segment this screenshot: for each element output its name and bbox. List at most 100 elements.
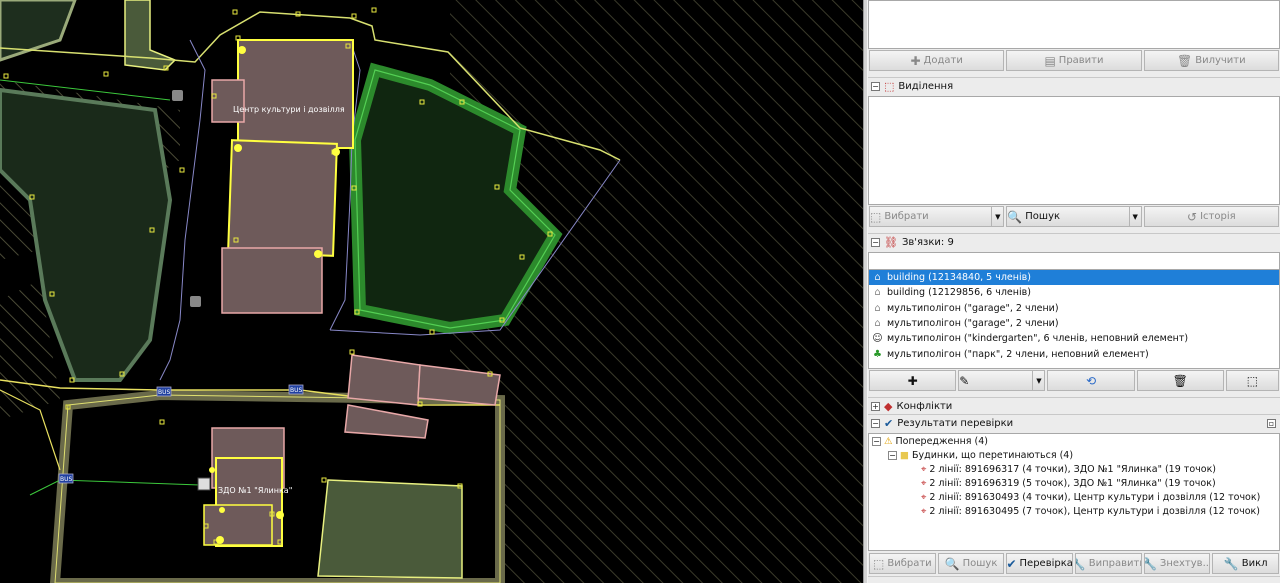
delete-relation-button[interactable]: 🗑 — [1136, 370, 1224, 391]
validation-select-button[interactable]: ⬚ Вибрати — [869, 553, 936, 574]
select-relation-members-button[interactable]: ⬚ — [1225, 370, 1279, 391]
garage-poi-icon[interactable] — [172, 90, 183, 101]
search-icon: 🔍 — [944, 556, 960, 571]
chevron-down-icon[interactable]: ▼ — [991, 207, 1003, 226]
collapse-icon[interactable]: − — [871, 238, 880, 247]
relations-buttons: ✚ ✎ ▼ ⟲ 🗑 ⬚ — [868, 370, 1280, 392]
folder-icon: ■ — [900, 450, 909, 461]
map-label-culture-center: Центр культури і дозвілля — [233, 105, 345, 114]
park-icon: ♣ — [873, 348, 882, 360]
validation-panel-header[interactable]: − ✔ Результати перевірки ▫ — [868, 414, 1280, 432]
check-icon: ✔ — [1006, 556, 1017, 571]
validation-item[interactable]: ⌖ 2 лінії: 891630495 (7 точок), Центр ку… — [921, 506, 1260, 517]
edit-relation-button[interactable]: ✎ ▼ — [958, 370, 1046, 391]
wrench-icon: 🔧 — [1145, 558, 1157, 570]
conflict-icon: ◆ — [884, 400, 893, 413]
validate-button[interactable]: ✔ Перевірка — [1006, 553, 1074, 574]
validation-buttons: ⬚Вибрати 🔍Пошук ✔Перевірка 🔧Виправити 🔧З… — [868, 553, 1280, 575]
ignore-button[interactable]: 🔧Знехтув... — [1143, 553, 1211, 574]
bus-stop-icon[interactable]: BUS — [156, 386, 172, 397]
trash-icon: 🗑 — [1177, 53, 1193, 68]
relations-panel-header[interactable]: − ⛓ Зв'язки: 9 — [868, 233, 1280, 251]
validation-search-button[interactable]: 🔍 Пошук — [937, 553, 1005, 574]
map-label-kindergarten: ЗДО №1 "Ялинка" — [218, 486, 292, 495]
history-button[interactable]: ↺ Історія — [1143, 206, 1279, 227]
check-icon: ✔ — [884, 417, 894, 430]
map-view[interactable]: Центр культури і дозвілля ЗДО №1 "Ялинка… — [0, 0, 863, 583]
history-icon: ↺ — [1187, 209, 1198, 224]
relation-item[interactable]: ⌂ building (12129856, 6 членів) — [869, 285, 1279, 300]
building-icon: ⌂ — [874, 272, 881, 284]
fix-button[interactable]: 🔧Виправити — [1075, 553, 1142, 574]
building-icon: ⌂ — [874, 318, 881, 330]
selection-list[interactable] — [868, 96, 1280, 205]
validation-item[interactable]: ⌖ 2 лінії: 891630493 (4 точки), Центр ку… — [921, 492, 1260, 503]
way-error-icon: ⌖ — [921, 506, 927, 517]
relations-icon: ⛓ — [884, 236, 898, 249]
svg-text:BUS: BUS — [290, 387, 303, 394]
relation-item[interactable]: ♣ мультиполігон ("парк", 2 члени, неповни… — [869, 346, 1279, 361]
next-panel-header[interactable] — [868, 576, 1280, 583]
relation-item[interactable]: ⌂ мультиполігон ("garage", 2 члени) — [869, 316, 1279, 331]
pitch-area[interactable] — [317, 479, 463, 579]
edit-tag-button[interactable]: ▤ Правити — [1006, 50, 1142, 71]
trash-icon: 🗑 — [1172, 373, 1188, 388]
building-icon: ⌂ — [874, 302, 881, 314]
disable-button[interactable]: 🔧 Викл — [1212, 553, 1280, 574]
parking-poi-icon[interactable] — [197, 477, 211, 491]
panel-settings-icon[interactable]: ▫ — [1267, 419, 1276, 428]
chevron-down-icon[interactable]: ▼ — [1032, 371, 1044, 390]
relation-item[interactable]: ⌂ мультиполігон ("garage", 2 члени) — [869, 301, 1279, 316]
relation-item[interactable]: ☺ мультиполігон ("kindergarten", 6 членів… — [869, 331, 1279, 346]
edit-icon: ▤ — [1044, 53, 1056, 68]
culture-center-building[interactable] — [211, 39, 354, 314]
bus-stop-icon[interactable]: BUS — [288, 384, 304, 395]
overlap-group-node[interactable]: − ■ Будинки, що перетинаються (4) — [888, 450, 1073, 461]
kindergarten-icon: ☺ — [872, 333, 883, 345]
garage-poi-icon[interactable] — [190, 296, 201, 307]
wrench-icon: 🔧 — [1223, 556, 1239, 571]
download-relation-button[interactable]: ⟲ — [1047, 370, 1135, 391]
download-icon: ⟲ — [1086, 373, 1097, 388]
delete-tag-button[interactable]: 🗑 Вилучити — [1143, 50, 1279, 71]
wrench-icon: 🔧 — [1076, 558, 1086, 570]
expand-icon[interactable]: + — [871, 402, 880, 411]
chevron-down-icon[interactable]: ▼ — [1128, 207, 1141, 226]
plus-icon: ✚ — [910, 53, 921, 68]
select-icon: ⬚ — [1246, 373, 1259, 388]
selection-buttons: ⬚ Вибрати ▼ 🔍 Пошук ▼ ↺ Історія — [868, 206, 1280, 228]
select-icon: ⬚ — [873, 556, 885, 571]
collapse-icon[interactable]: − — [871, 82, 880, 91]
collapse-icon[interactable]: − — [888, 451, 897, 460]
tags-table[interactable] — [868, 0, 1280, 49]
conflicts-panel-header[interactable]: + ◆ Конфлікти — [868, 397, 1280, 415]
select-button[interactable]: ⬚ Вибрати ▼ — [869, 206, 1005, 227]
validation-tree[interactable]: − ⚠ Попередження (4) − ■ Будинки, що пер… — [868, 433, 1280, 551]
add-tag-button[interactable]: ✚ Додати — [869, 50, 1005, 71]
plus-icon: ✚ — [907, 373, 918, 388]
selection-icon: ⬚ — [884, 80, 895, 93]
relations-filter-input[interactable] — [868, 252, 1280, 269]
warning-icon: ⚠ — [884, 436, 893, 447]
side-panel: ✚ Додати ▤ Правити 🗑 Вилучити − ⬚ Виділення… — [868, 0, 1280, 583]
collapse-icon[interactable]: − — [871, 419, 880, 428]
collapse-icon[interactable]: − — [872, 437, 881, 446]
way-error-icon: ⌖ — [921, 478, 927, 489]
edit-icon: ✎ — [959, 373, 970, 388]
validation-item[interactable]: ⌖ 2 лінії: 891696319 (5 точок), ЗДО №1 "… — [921, 478, 1216, 489]
bus-stop-icon[interactable]: BUS — [58, 473, 74, 484]
building-icon: ⌂ — [874, 287, 881, 299]
tags-buttons: ✚ Додати ▤ Правити 🗑 Вилучити — [868, 50, 1280, 72]
svg-text:BUS: BUS — [158, 389, 171, 396]
way-error-icon: ⌖ — [921, 464, 927, 475]
relation-item[interactable]: ⌂ building (12134840, 5 членів) — [869, 270, 1279, 286]
validation-item[interactable]: ⌖ 2 лінії: 891696317 (4 точки), ЗДО №1 "… — [921, 464, 1216, 475]
warnings-node[interactable]: − ⚠ Попередження (4) — [872, 436, 988, 447]
selection-panel-header[interactable]: − ⬚ Виділення — [868, 77, 1280, 95]
way-error-icon: ⌖ — [921, 492, 927, 503]
search-icon: 🔍 — [1007, 209, 1023, 224]
add-relation-button[interactable]: ✚ — [869, 370, 957, 391]
relations-list[interactable]: ⌂ building (12134840, 5 членів) ⌂ building… — [868, 269, 1280, 369]
search-button[interactable]: 🔍 Пошук ▼ — [1006, 206, 1142, 227]
map-canvas[interactable]: Центр культури і дозвілля ЗДО №1 "Ялинка… — [0, 0, 863, 583]
